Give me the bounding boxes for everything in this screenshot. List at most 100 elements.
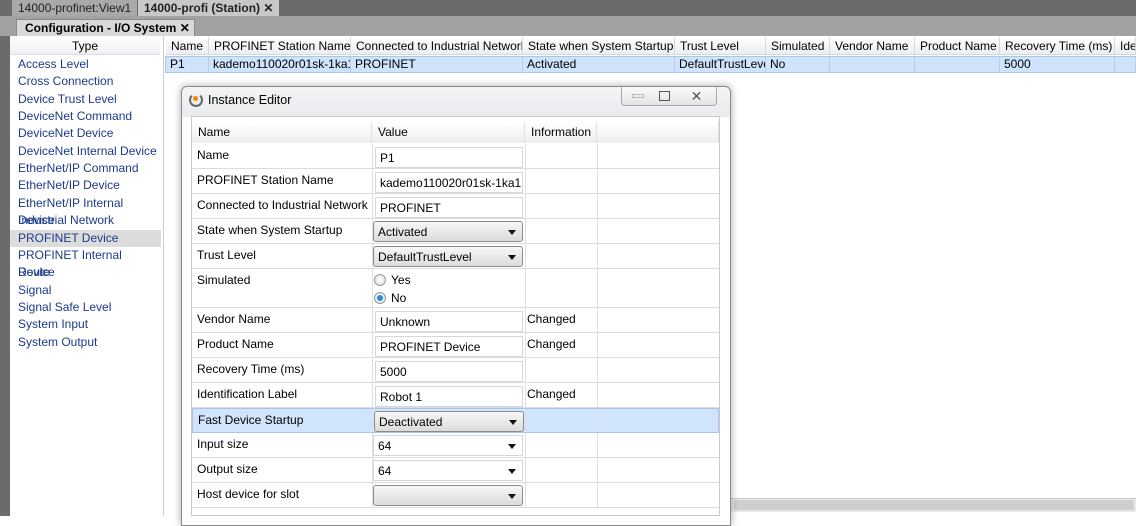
- column-header-product-name[interactable]: Product Name: [915, 37, 1000, 55]
- type-item-devicenet-device[interactable]: DeviceNet Device: [18, 125, 160, 142]
- property-row-output-size: Output size 64: [192, 458, 719, 483]
- type-item-route[interactable]: Route: [18, 264, 160, 281]
- property-row-product-name: Product Name PROFINET Device Changed: [192, 333, 719, 358]
- minimize-button[interactable]: [622, 87, 654, 106]
- column-header-vendor-name[interactable]: Vendor Name: [830, 37, 915, 55]
- dropdown-value: Activated: [378, 225, 428, 239]
- column-divider: [525, 358, 526, 382]
- information-text: Changed: [527, 337, 576, 351]
- column-header-profinet-station-name[interactable]: PROFINET Station Name: [209, 37, 351, 55]
- column-header-simulated[interactable]: Simulated: [766, 37, 830, 55]
- property-row-profinet-station-name: PROFINET Station Name kademo110020r01sk-1…: [192, 169, 719, 194]
- column-divider: [597, 308, 598, 332]
- property-name: Simulated: [197, 273, 251, 287]
- radio-yes[interactable]: Yes: [374, 272, 434, 288]
- profinet-station-name-field[interactable]: kademo110020r01sk-1ka1: [375, 172, 523, 193]
- type-item-system-input[interactable]: System Input: [18, 316, 160, 333]
- column-divider: [598, 409, 599, 432]
- type-item-industrial-network[interactable]: Industrial Network: [18, 212, 160, 229]
- column-divider: [597, 458, 598, 482]
- close-button[interactable]: ✕: [676, 87, 717, 106]
- connected-to-industrial-network-field[interactable]: PROFINET: [375, 197, 523, 218]
- name-field[interactable]: P1: [375, 147, 523, 168]
- column-header-recovery-time-ms[interactable]: Recovery Time (ms): [1000, 37, 1115, 55]
- dropdown-value: 64: [378, 439, 392, 453]
- column-divider: [372, 169, 373, 193]
- type-item-cross-connection[interactable]: Cross Connection: [18, 73, 160, 90]
- column-divider: [525, 483, 526, 507]
- close-icon[interactable]: ✕: [263, 1, 273, 15]
- scrollbar-thumb[interactable]: [734, 500, 1134, 510]
- vendor-name-field[interactable]: Unknown: [375, 311, 523, 332]
- instance-editor-icon: [189, 93, 203, 107]
- minimize-icon: [632, 94, 644, 99]
- column-header-ide[interactable]: Ide: [1115, 37, 1136, 55]
- type-item-ethernet-ip-internal-device[interactable]: EtherNet/IP Internal Device: [18, 195, 160, 227]
- identification-label-field[interactable]: Robot 1: [375, 386, 523, 407]
- column-divider: [597, 269, 598, 307]
- chevron-down-icon: [508, 469, 516, 474]
- property-name: Host device for slot: [197, 487, 300, 501]
- cell-profinet-station-name: kademo110020r01sk-1ka1: [209, 56, 351, 73]
- property-row-state-when-system-startup: State when System Startup Activated: [192, 219, 719, 244]
- type-item-ethernet-ip-device[interactable]: EtherNet/IP Device: [18, 177, 160, 194]
- column-divider: [525, 194, 526, 218]
- property-row-connected-to-industrial-network: Connected to Industrial Network PROFINET: [192, 194, 719, 219]
- tab-profinet-view1[interactable]: 14000-profinet:View1: [12, 0, 138, 16]
- column-header-state-when-system-startup[interactable]: State when System Startup: [523, 37, 675, 55]
- column-divider: [372, 358, 373, 382]
- type-item-access-level[interactable]: Access Level: [18, 56, 160, 73]
- tab-profi-station[interactable]: 14000-profi (Station) ✕: [138, 0, 280, 16]
- tab-label: Configuration - I/O System: [25, 21, 177, 35]
- recovery-time-ms-field[interactable]: 5000: [375, 361, 523, 382]
- product-name-field[interactable]: PROFINET Device: [375, 336, 523, 357]
- output-size-dropdown[interactable]: 64: [373, 460, 523, 481]
- type-item-signal-safe-level[interactable]: Signal Safe Level: [18, 299, 160, 316]
- radio-unchecked-icon: [374, 274, 386, 286]
- column-divider: [525, 269, 526, 307]
- tab-configuration-io-system[interactable]: Configuration - I/O System ✕: [16, 19, 195, 36]
- cell-connected-to-industrial-network: PROFINET: [351, 56, 523, 73]
- fast-device-startup-dropdown[interactable]: Deactivated: [374, 411, 524, 432]
- column-header-name[interactable]: Name: [166, 37, 209, 55]
- column-header-information: Information: [525, 122, 597, 143]
- close-icon: ✕: [690, 88, 703, 104]
- maximize-button[interactable]: [654, 87, 674, 106]
- type-item-system-output[interactable]: System Output: [18, 334, 160, 351]
- input-size-dropdown[interactable]: 64: [373, 435, 523, 456]
- close-icon[interactable]: ✕: [180, 21, 190, 35]
- chevron-down-icon: [508, 494, 516, 499]
- column-divider: [597, 383, 598, 407]
- column-header-connected-to-industrial-network[interactable]: Connected to Industrial Network: [351, 37, 523, 55]
- property-row-host-device-for-slot: Host device for slot: [192, 483, 719, 508]
- column-header-trust-level[interactable]: Trust Level: [675, 37, 766, 55]
- type-item-signal[interactable]: Signal: [18, 282, 160, 299]
- column-divider: [526, 409, 527, 432]
- type-item-device-trust-level[interactable]: Device Trust Level: [18, 91, 160, 108]
- property-name: Name: [197, 148, 230, 162]
- type-item-profinet-device[interactable]: PROFINET Device: [10, 229, 161, 247]
- column-divider: [525, 144, 526, 168]
- column-divider: [372, 194, 373, 218]
- type-header: Type: [10, 37, 160, 55]
- type-item-devicenet-internal-device[interactable]: DeviceNet Internal Device: [18, 143, 160, 160]
- trust-level-dropdown[interactable]: DefaultTrustLevel: [373, 246, 523, 267]
- chevron-down-icon: [509, 420, 517, 425]
- type-item-profinet-internal-device[interactable]: PROFINET Internal Device: [18, 247, 160, 279]
- host-device-for-slot-dropdown[interactable]: [373, 485, 523, 506]
- column-divider: [372, 144, 373, 168]
- radio-no[interactable]: No: [374, 290, 434, 306]
- type-item-ethernet-ip-command[interactable]: EtherNet/IP Command: [18, 160, 160, 177]
- radio-label: No: [391, 291, 407, 305]
- property-row-input-size: Input size 64: [192, 433, 719, 458]
- property-row-identification-label: Identification Label Robot 1 Changed: [192, 383, 719, 408]
- radio-label: Yes: [391, 273, 411, 287]
- dropdown-value: 64: [378, 464, 392, 478]
- state-when-system-startup-dropdown[interactable]: Activated: [373, 221, 523, 242]
- column-divider: [372, 383, 373, 407]
- type-item-devicenet-command[interactable]: DeviceNet Command: [18, 108, 160, 125]
- property-row-trust-level: Trust Level DefaultTrustLevel: [192, 244, 719, 269]
- column-divider: [372, 269, 373, 307]
- column-divider: [597, 483, 598, 507]
- column-divider: [372, 333, 373, 357]
